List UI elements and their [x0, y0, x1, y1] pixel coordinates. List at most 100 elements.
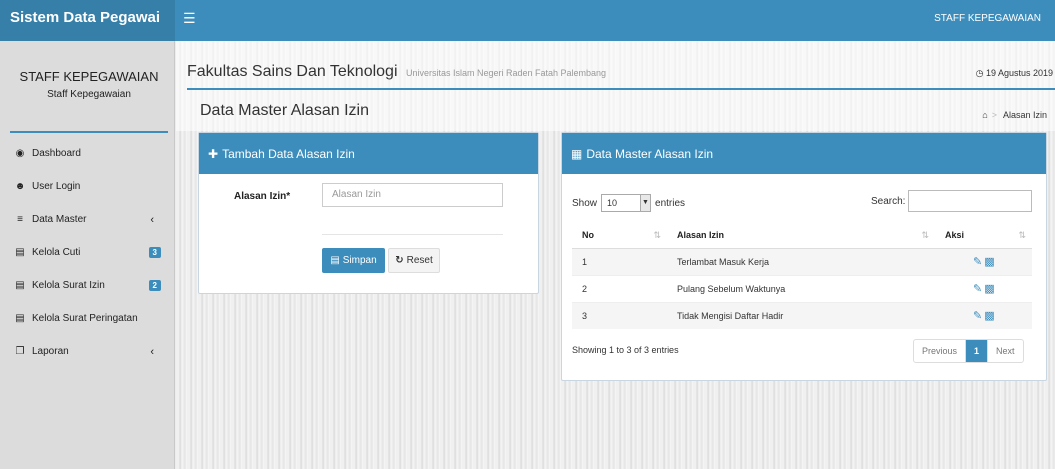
edit-icon[interactable]: ✎ — [973, 283, 982, 295]
edit-icon[interactable]: ✎ — [973, 310, 982, 322]
breadcrumb-current: Alasan Izin — [1002, 110, 1047, 120]
save-label: Simpan — [342, 255, 377, 266]
users-icon: ☻ — [14, 181, 26, 192]
column-header-no[interactable]: No ⇅ — [572, 222, 667, 249]
dashboard-icon: ◉ — [15, 148, 25, 159]
home-icon[interactable]: ⌂ — [982, 110, 987, 120]
entries-length-control: Show 10 ▼ entries — [572, 194, 685, 212]
sidebar-menu: ◉ Dashboard ☻ User Login ≡ Data Master ‹… — [0, 137, 174, 368]
previous-page-button[interactable]: Previous — [914, 340, 967, 362]
column-header-aksi[interactable]: Aksi ⇅ — [935, 222, 1032, 249]
form-divider — [322, 234, 503, 235]
sidebar-item-kelola-cuti[interactable]: ▤ Kelola Cuti 3 — [0, 236, 174, 269]
sidebar-item-label: Kelola Surat Izin — [32, 280, 105, 291]
date-text: 19 Agustus 2019 — [985, 68, 1053, 78]
cell-no: 2 — [572, 274, 667, 302]
column-label: Alasan Izin — [677, 229, 725, 240]
add-form-box: ✚ Tambah Data Alasan Izin Alasan Izin* A… — [198, 132, 539, 294]
entries-length-value: 10 — [607, 198, 618, 208]
sidebar: STAFF KEPEGAWAIAN Staff Kepegawaian ◉ Da… — [0, 41, 175, 469]
cell-alasan: Pulang Sebelum Waktunya — [667, 274, 935, 302]
table-row: 3 Tidak Mengisi Daftar Hadir ✎ ▩ — [572, 301, 1032, 329]
cell-no: 1 — [572, 247, 667, 275]
save-icon: ▤ — [330, 255, 340, 266]
institution-subtitle: Universitas Islam Negeri Raden Fatah Pal… — [405, 68, 607, 78]
search-input[interactable] — [908, 190, 1032, 212]
copy-icon: ❐ — [15, 346, 25, 357]
count-badge: 2 — [148, 280, 161, 291]
cell-no: 3 — [572, 301, 667, 329]
sort-icon: ⇅ — [921, 230, 929, 240]
sidebar-item-data-master[interactable]: ≡ Data Master ‹ — [0, 203, 174, 236]
clock-icon: ◷ — [975, 68, 984, 78]
breadcrumb: ⌂ > Alasan Izin — [982, 110, 1047, 120]
sidebar-item-label: Data Master — [32, 214, 87, 225]
sidebar-user-name: STAFF KEPEGAWAIAN — [19, 69, 159, 84]
sidebar-item-kelola-surat-izin[interactable]: ▤ Kelola Surat Izin 2 — [0, 269, 174, 302]
sidebar-item-dashboard[interactable]: ◉ Dashboard — [0, 137, 174, 170]
pagination: Previous 1 Next — [913, 339, 1024, 363]
sort-asc-icon: ⇅ — [653, 230, 661, 240]
institution-title: Fakultas Sains Dan Teknologi Universitas… — [187, 63, 606, 81]
sidebar-user-panel: STAFF KEPEGAWAIAN Staff Kepegawaian — [10, 41, 168, 133]
reset-label: Reset — [406, 255, 433, 266]
top-user-menu[interactable]: STAFF KEPEGAWAIAN — [934, 13, 1041, 24]
menu-toggle-icon[interactable]: ☰ — [183, 10, 196, 27]
sidebar-item-label: Kelola Surat Peringatan — [32, 313, 138, 324]
sidebar-item-label: Laporan — [32, 346, 69, 357]
cell-actions: ✎ ▩ — [935, 274, 1032, 302]
chevron-down-icon: ▼ — [640, 195, 651, 211]
date-display: ◷ 19 Agustus 2019 — [976, 68, 1053, 79]
sidebar-item-laporan[interactable]: ❐ Laporan ‹ — [0, 335, 174, 368]
sidebar-item-label: Kelola Cuti — [32, 247, 81, 258]
cell-actions: ✎ ▩ — [935, 301, 1032, 329]
trash-icon[interactable]: ▩ — [984, 310, 994, 322]
header-divider — [187, 88, 1055, 90]
page-button-current[interactable]: 1 — [966, 340, 988, 362]
reset-button[interactable]: ↻ Reset — [388, 248, 440, 273]
data-table-title: Data Master Alasan Izin — [586, 146, 714, 161]
chevron-left-icon: ‹ — [150, 345, 154, 358]
table-icon: ▦ — [571, 146, 583, 161]
sort-icon: ⇅ — [1018, 230, 1026, 240]
data-table-header: ▦ Data Master Alasan Izin — [562, 133, 1046, 174]
card-icon: ▤ — [15, 313, 25, 324]
institution-name: Fakultas Sains Dan Teknologi — [187, 63, 398, 80]
alasan-izin-label: Alasan Izin* — [234, 191, 291, 202]
save-button[interactable]: ▤ Simpan — [322, 248, 385, 273]
trash-icon[interactable]: ▩ — [984, 283, 994, 295]
card-icon: ▤ — [15, 280, 25, 291]
sidebar-user-role: Staff Kepegawaian — [47, 89, 131, 100]
cell-alasan: Tidak Mengisi Daftar Hadir — [667, 301, 935, 329]
next-page-button[interactable]: Next — [987, 340, 1023, 362]
sidebar-item-label: User Login — [32, 181, 81, 192]
alasan-izin-table: No ⇅ Alasan Izin ⇅ Aksi ⇅ 1 Terlambat Ma… — [572, 222, 1032, 329]
plus-icon: ✚ — [208, 146, 219, 161]
cell-alasan: Terlambat Masuk Kerja — [667, 247, 935, 275]
page-title: Data Master Alasan Izin — [200, 102, 369, 119]
entries-length-select[interactable]: 10 ▼ — [601, 194, 652, 212]
data-table-box: ▦ Data Master Alasan Izin Show 10 ▼ entr… — [561, 132, 1047, 381]
cell-actions: ✎ ▩ — [935, 247, 1032, 275]
chevron-left-icon: ‹ — [150, 213, 154, 226]
table-info: Showing 1 to 3 of 3 entries — [572, 345, 679, 355]
app-brand[interactable]: Sistem Data Pegawai — [0, 0, 175, 41]
sidebar-item-kelola-surat-peringatan[interactable]: ▤ Kelola Surat Peringatan — [0, 302, 174, 335]
sidebar-item-user-login[interactable]: ☻ User Login — [0, 170, 174, 203]
add-form-title: Tambah Data Alasan Izin — [222, 146, 355, 161]
alasan-izin-input[interactable]: Alasan Izin — [322, 183, 503, 207]
trash-icon[interactable]: ▩ — [984, 256, 994, 268]
edit-icon[interactable]: ✎ — [973, 256, 982, 268]
show-label: Show — [572, 197, 598, 209]
list-icon: ≡ — [17, 214, 23, 225]
count-badge: 3 — [148, 247, 161, 258]
sidebar-item-label: Dashboard — [32, 148, 81, 159]
search-label: Search: — [871, 196, 906, 207]
column-label: No — [582, 229, 594, 240]
column-header-alasan-izin[interactable]: Alasan Izin ⇅ — [667, 222, 935, 249]
column-label: Aksi — [945, 229, 965, 240]
refresh-icon: ↻ — [395, 255, 404, 266]
table-row: 1 Terlambat Masuk Kerja ✎ ▩ — [572, 247, 1032, 275]
add-form-header: ✚ Tambah Data Alasan Izin — [199, 133, 538, 174]
card-icon: ▤ — [15, 247, 25, 258]
